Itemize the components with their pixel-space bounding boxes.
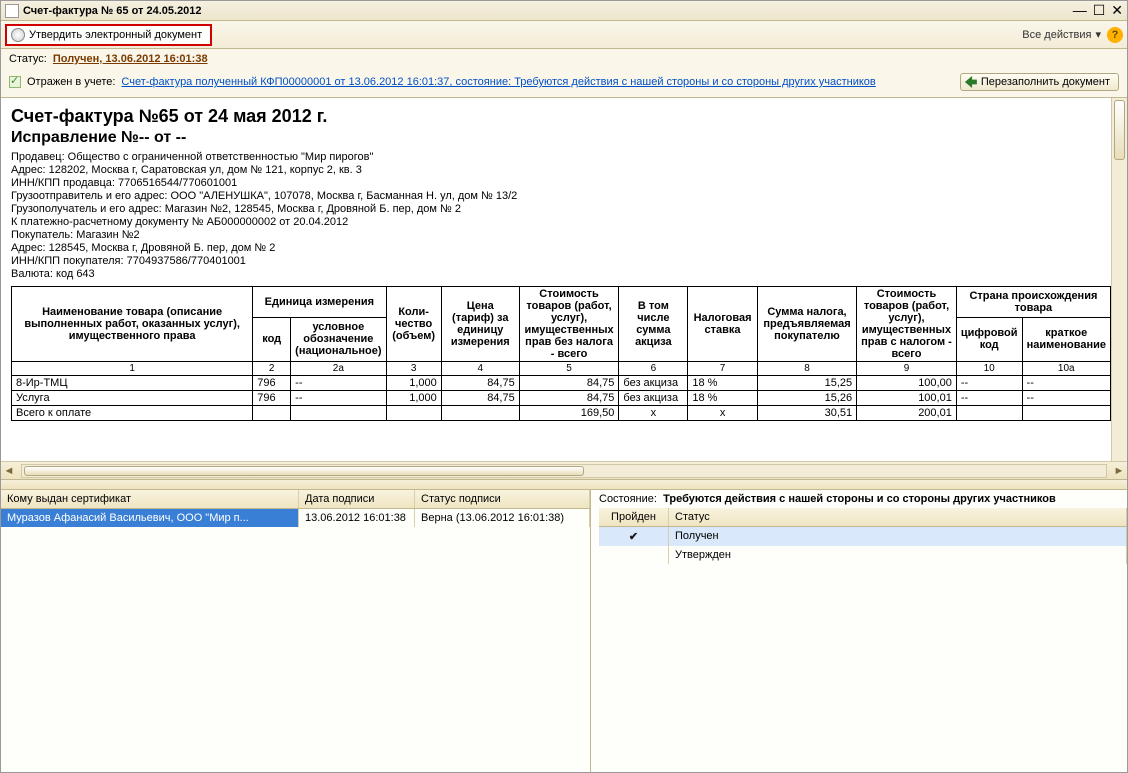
status-label: Статус: [9, 53, 47, 65]
state-panel: Состояние: Требуются действия с нашей ст… [591, 490, 1127, 772]
th-tax: Сумма налога, предъявляемая покупателю [757, 287, 856, 362]
cert-col-date[interactable]: Дата подписи [299, 490, 415, 508]
th-code: код [253, 317, 291, 361]
state-line: Состояние: Требуются действия с нашей ст… [599, 490, 1127, 508]
document-scroll[interactable]: Счет-фактура №65 от 24 мая 2012 г. Испра… [1, 98, 1111, 462]
doc-header: Счет-фактура №65 от 24 мая 2012 г. Испра… [11, 106, 1111, 280]
bottom-panels: Кому выдан сертификат Дата подписи Стату… [1, 490, 1127, 772]
help-icon[interactable]: ? [1107, 27, 1123, 43]
titlebar: Счет-фактура № 65 от 24.05.2012 — ☐ ✕ [1, 1, 1127, 21]
th-price: Цена (тариф) за единицу измерения [441, 287, 519, 362]
cert-col-status[interactable]: Статус подписи [415, 490, 590, 508]
th-country: Страна происхождения товара [956, 287, 1110, 318]
buyer-inn: ИНН/КПП покупателя: 7704937586/770401001 [11, 255, 1111, 267]
panel-splitter[interactable] [1, 480, 1127, 490]
state-row[interactable]: ✔ Получен [599, 527, 1127, 546]
th-cost: Стоимость товаров (работ, услуг), имущес… [519, 287, 619, 362]
currency: Валюта: код 643 [11, 268, 1111, 280]
all-actions-menu[interactable]: Все действия ▾ [1022, 28, 1101, 41]
state-col-status[interactable]: Статус [669, 508, 1127, 526]
window-title: Счет-фактура № 65 от 24.05.2012 [23, 5, 1073, 17]
scroll-right-icon[interactable]: ► [1111, 465, 1127, 477]
invoice-table: Наименование товара (описание выполненны… [11, 286, 1111, 421]
document-icon [5, 4, 19, 18]
approve-button[interactable]: Утвердить электронный документ [5, 24, 212, 46]
document-area: Счет-фактура №65 от 24 мая 2012 г. Испра… [1, 98, 1127, 462]
th-name: Наименование товара (описание выполненны… [12, 287, 253, 362]
state-row[interactable]: Утвержден [599, 546, 1127, 564]
shipper: Грузоотправитель и его адрес: ООО "АЛЕНУ… [11, 190, 1111, 202]
doc-title: Счет-фактура №65 от 24 мая 2012 г. [11, 106, 1111, 127]
approve-label: Утвердить электронный документ [29, 29, 202, 41]
refill-button[interactable]: Перезаполнить документ [960, 73, 1119, 91]
stamp-icon [11, 28, 25, 42]
doc-correction: Исправление №-- от -- [11, 129, 1111, 147]
state-col-pass[interactable]: Пройден [599, 508, 669, 526]
window: Счет-фактура № 65 от 24.05.2012 — ☐ ✕ Ут… [0, 0, 1128, 773]
reflected-label: Отражен в учете: [27, 76, 115, 88]
cert-col-who[interactable]: Кому выдан сертификат [1, 490, 299, 508]
payment-doc: К платежно-расчетному документу № АБ0000… [11, 216, 1111, 228]
reflected-link[interactable]: Счет-фактура полученный КФП00000001 от 1… [121, 76, 875, 88]
chevron-down-icon: ▾ [1095, 28, 1101, 41]
table-total-row: Всего к оплате 169,50 x x 30,51 200,01 [12, 406, 1111, 421]
hscroll-thumb[interactable] [24, 466, 584, 476]
horizontal-scrollbar[interactable]: ◄ ► [1, 462, 1127, 480]
minimize-button[interactable]: — [1073, 2, 1087, 19]
scrollbar-thumb[interactable] [1114, 100, 1125, 160]
status-bar: Статус: Получен, 13.06.2012 16:01:38 [1, 49, 1127, 69]
th-ccode: цифровой код [956, 317, 1022, 361]
toolbar: Утвердить электронный документ Все дейст… [1, 21, 1127, 49]
table-row: Услуга 796 -- 1,000 84,75 84,75 без акци… [12, 391, 1111, 406]
certificate-panel: Кому выдан сертификат Дата подписи Стату… [1, 490, 591, 772]
close-button[interactable]: ✕ [1111, 2, 1123, 19]
reflected-bar: Отражен в учете: Счет-фактура полученный… [1, 69, 1127, 98]
th-cname: краткое наименование [1022, 317, 1110, 361]
th-total: Стоимость товаров (работ, услуг), имущес… [857, 287, 957, 362]
seller: Продавец: Общество с ограниченной ответс… [11, 151, 1111, 163]
buyer: Покупатель: Магазин №2 [11, 229, 1111, 241]
maximize-button[interactable]: ☐ [1093, 2, 1106, 19]
reflected-checkbox[interactable] [9, 76, 21, 88]
th-unitname: условное обозначение (национальное) [291, 317, 386, 361]
consignee: Грузополучатель и его адрес: Магазин №2,… [11, 203, 1111, 215]
seller-inn: ИНН/КПП продавца: 7706516544/770601001 [11, 177, 1111, 189]
seller-address: Адрес: 128202, Москва г, Саратовская ул,… [11, 164, 1111, 176]
vertical-scrollbar[interactable] [1111, 98, 1127, 462]
arrow-left-icon [965, 76, 977, 88]
status-value: Получен, 13.06.2012 16:01:38 [53, 53, 208, 65]
th-unit: Единица измерения [253, 287, 386, 318]
buyer-address: Адрес: 128545, Москва г, Дровяной Б. пер… [11, 242, 1111, 254]
th-rate: Налоговая ставка [688, 287, 757, 362]
th-excise: В том числе сумма акциза [619, 287, 688, 362]
table-row: 8-Ир-ТМЦ 796 -- 1,000 84,75 84,75 без ак… [12, 376, 1111, 391]
th-qty: Коли-чество (объем) [386, 287, 441, 362]
cert-row[interactable]: Муразов Афанасий Васильевич, ООО "Мир п.… [1, 509, 590, 527]
scroll-left-icon[interactable]: ◄ [1, 465, 17, 477]
